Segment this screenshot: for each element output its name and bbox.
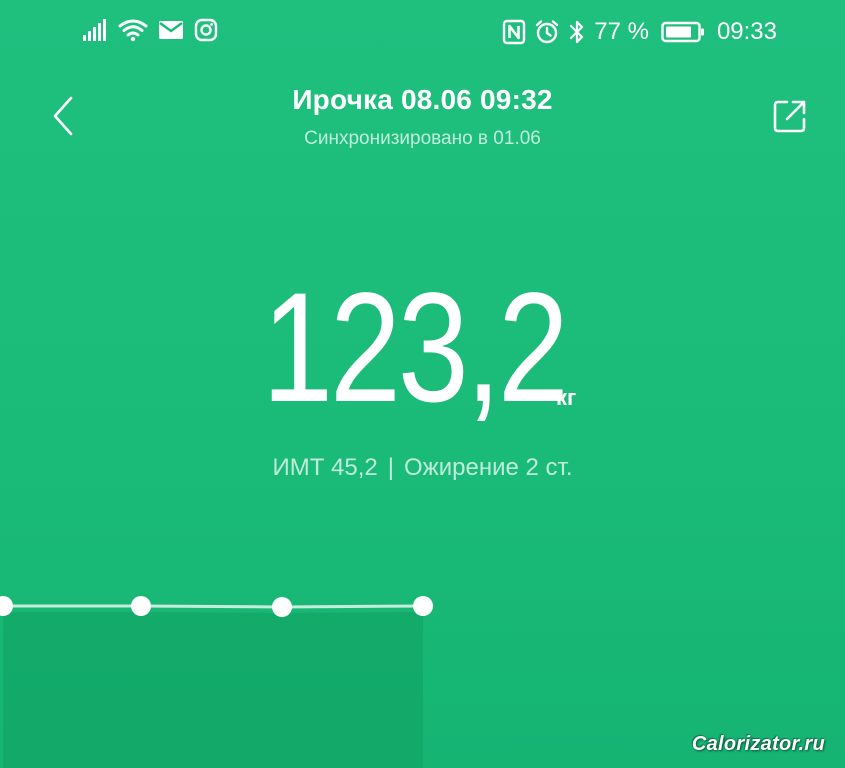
weight-unit: кг — [556, 385, 577, 410]
signal-icon — [83, 19, 106, 41]
chart-point-1[interactable] — [131, 596, 151, 616]
page-title: Ирочка 08.06 09:32 — [292, 84, 553, 115]
battery-percent: 77 % — [594, 18, 649, 45]
watermark: Calorizator.ru — [691, 733, 825, 755]
status-left-icons — [82, 18, 218, 42]
bmi-separator: | — [387, 454, 394, 481]
bmi-summary: ИМТ 45,2 | Ожирение 2 ст. — [0, 454, 845, 482]
share-icon — [773, 100, 806, 133]
weight-value: 123,2 — [262, 261, 569, 435]
share-button[interactable] — [770, 96, 810, 136]
status-bar: 77 % 09:33 — [0, 0, 845, 64]
obesity-category: Ожирение 2 ст. — [404, 454, 573, 481]
bluetooth-icon — [570, 20, 584, 44]
chart-point-2[interactable] — [272, 597, 292, 617]
chart-point-3[interactable] — [413, 596, 433, 616]
battery-icon — [661, 21, 704, 43]
instagram-icon — [194, 18, 218, 42]
chart-series-line — [3, 604, 424, 609]
status-time: 09:33 — [716, 18, 777, 45]
alarm-icon — [536, 20, 559, 44]
status-right-icons: 77 % 09:33 — [502, 18, 777, 46]
nfc-icon — [503, 19, 526, 45]
weight-display: 123,2 — [0, 270, 845, 430]
wifi-icon — [118, 19, 148, 42]
mail-icon — [159, 21, 183, 39]
bmi-value: ИМТ 45,2 — [272, 454, 378, 481]
chart-area-fill — [3, 612, 423, 768]
sync-status: Синхронизировано в 01.06 — [304, 128, 541, 149]
